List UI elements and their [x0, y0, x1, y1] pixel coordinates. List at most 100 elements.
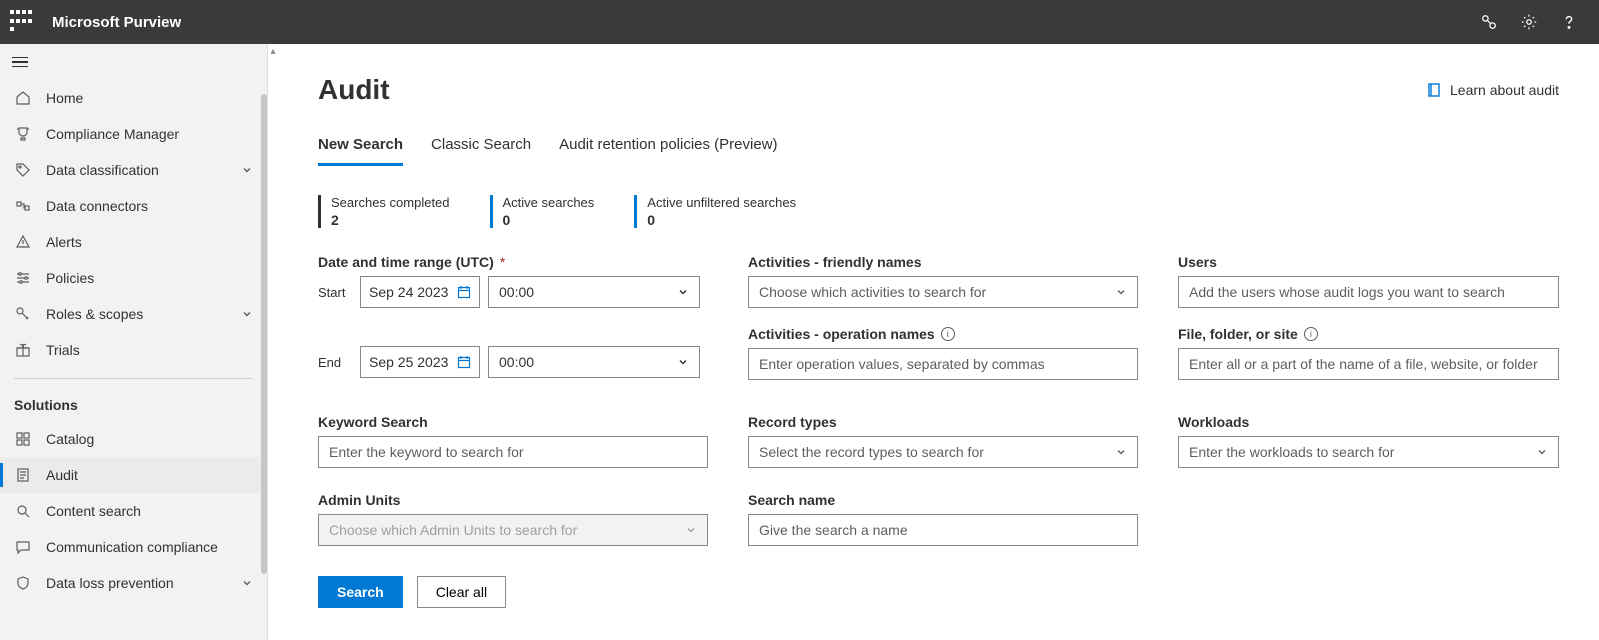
- chevron-down-icon: [1115, 286, 1127, 298]
- keyword-input[interactable]: [318, 436, 708, 468]
- record-placeholder: Select the record types to search for: [759, 444, 984, 460]
- field-workloads: Workloads Enter the workloads to search …: [1178, 414, 1559, 468]
- nav-label: Policies: [46, 270, 253, 286]
- tabs: New Search Classic Search Audit retentio…: [318, 130, 1559, 167]
- connector-icon: [14, 197, 32, 215]
- chevron-down-icon: [677, 286, 689, 298]
- nav-label: Data loss prevention: [46, 575, 227, 591]
- brand-label: Microsoft Purview: [52, 14, 181, 31]
- nav-divider: [14, 378, 253, 379]
- stat-label: Active unfiltered searches: [647, 195, 796, 210]
- start-time-value: 00:00: [499, 284, 534, 300]
- end-date-value: Sep 25 2023: [369, 354, 448, 370]
- chevron-down-icon: [241, 577, 253, 589]
- stat-value: 2: [331, 212, 450, 228]
- book-icon: [1426, 82, 1442, 98]
- stat-label: Active searches: [503, 195, 595, 210]
- search-button[interactable]: Search: [318, 576, 403, 608]
- help-icon[interactable]: [1549, 2, 1589, 42]
- connections-icon[interactable]: [1469, 2, 1509, 42]
- nav-home[interactable]: Home: [0, 80, 267, 116]
- chevron-down-icon: [241, 308, 253, 320]
- stat-value: 0: [503, 212, 595, 228]
- tab-classic-search[interactable]: Classic Search: [431, 130, 531, 166]
- start-date-input[interactable]: Sep 24 2023: [360, 276, 480, 308]
- audit-icon: [14, 466, 32, 484]
- activities-op-input[interactable]: [748, 348, 1138, 380]
- admin-label: Admin Units: [318, 492, 708, 508]
- nav-roles-scopes[interactable]: Roles & scopes: [0, 296, 267, 332]
- stat-value: 0: [647, 212, 796, 228]
- end-label: End: [318, 355, 352, 370]
- info-icon[interactable]: i: [941, 327, 955, 341]
- filefolder-label: File, folder, or site: [1178, 326, 1298, 342]
- nav-label: Data connectors: [46, 198, 253, 214]
- searchname-input[interactable]: [748, 514, 1138, 546]
- activities-friendly-label: Activities - friendly names: [748, 254, 1138, 270]
- scroll-up-icon[interactable]: ▴: [268, 44, 278, 58]
- info-icon[interactable]: i: [1304, 327, 1318, 341]
- field-users-files: Users File, folder, or site i: [1178, 254, 1559, 380]
- nav-compliance-manager[interactable]: Compliance Manager: [0, 116, 267, 152]
- field-activities: Activities - friendly names Choose which…: [748, 254, 1138, 380]
- calendar-icon: [457, 285, 471, 299]
- end-time-value: 00:00: [499, 354, 534, 370]
- tag-icon: [14, 161, 32, 179]
- nav-trials[interactable]: Trials: [0, 332, 267, 368]
- nav-label: Roles & scopes: [46, 306, 227, 322]
- workloads-select[interactable]: Enter the workloads to search for: [1178, 436, 1559, 468]
- end-time-select[interactable]: 00:00: [488, 346, 700, 378]
- key-icon: [14, 305, 32, 323]
- chevron-down-icon: [1115, 446, 1127, 458]
- sidebar: Home Compliance Manager Data classificat…: [0, 44, 268, 640]
- tab-retention-policies[interactable]: Audit retention policies (Preview): [559, 130, 777, 166]
- nav-policies[interactable]: Policies: [0, 260, 267, 296]
- start-label: Start: [318, 285, 352, 300]
- activities-friendly-select[interactable]: Choose which activities to search for: [748, 276, 1138, 308]
- nav-catalog[interactable]: Catalog: [0, 421, 267, 457]
- clear-all-button[interactable]: Clear all: [417, 576, 506, 608]
- users-input[interactable]: [1178, 276, 1559, 308]
- alert-icon: [14, 233, 32, 251]
- start-time-select[interactable]: 00:00: [488, 276, 700, 308]
- record-select[interactable]: Select the record types to search for: [748, 436, 1138, 468]
- chat-icon: [14, 538, 32, 556]
- tab-new-search[interactable]: New Search: [318, 130, 403, 166]
- workloads-placeholder: Enter the workloads to search for: [1189, 444, 1394, 460]
- settings-icon[interactable]: [1509, 2, 1549, 42]
- solutions-heading: Solutions: [0, 389, 267, 421]
- end-date-input[interactable]: Sep 25 2023: [360, 346, 480, 378]
- filefolder-input[interactable]: [1178, 348, 1559, 380]
- stat-label: Searches completed: [331, 195, 450, 210]
- nav-data-loss-prevention[interactable]: Data loss prevention: [0, 565, 267, 601]
- page-title: Audit: [318, 74, 1426, 106]
- nav-alerts[interactable]: Alerts: [0, 224, 267, 260]
- search-icon: [14, 502, 32, 520]
- stat-active-unfiltered: Active unfiltered searches 0: [634, 195, 796, 228]
- form-grid: Date and time range (UTC) * Start Sep 24…: [318, 254, 1559, 608]
- nav-label: Home: [46, 90, 253, 106]
- date-label: Date and time range (UTC): [318, 254, 494, 270]
- nav-data-connectors[interactable]: Data connectors: [0, 188, 267, 224]
- learn-about-link[interactable]: Learn about audit: [1426, 82, 1559, 98]
- users-label: Users: [1178, 254, 1559, 270]
- field-record-types: Record types Select the record types to …: [748, 414, 1138, 468]
- nav-communication-compliance[interactable]: Communication compliance: [0, 529, 267, 565]
- field-keyword: Keyword Search: [318, 414, 708, 468]
- nav-label: Compliance Manager: [46, 126, 253, 142]
- nav-content-search[interactable]: Content search: [0, 493, 267, 529]
- nav-audit[interactable]: Audit: [0, 457, 267, 493]
- field-search-name: Search name: [748, 492, 1138, 546]
- required-mark: *: [500, 254, 505, 270]
- chevron-down-icon: [1536, 446, 1548, 458]
- sidebar-scrollbar[interactable]: [261, 94, 267, 574]
- workloads-label: Workloads: [1178, 414, 1559, 430]
- nav-label: Trials: [46, 342, 253, 358]
- keyword-label: Keyword Search: [318, 414, 708, 430]
- admin-units-select[interactable]: Choose which Admin Units to search for: [318, 514, 708, 546]
- grid-icon: [14, 430, 32, 448]
- nav-label: Audit: [46, 467, 253, 483]
- hamburger-icon[interactable]: [0, 44, 40, 80]
- app-launcher-icon[interactable]: [10, 10, 34, 34]
- nav-data-classification[interactable]: Data classification: [0, 152, 267, 188]
